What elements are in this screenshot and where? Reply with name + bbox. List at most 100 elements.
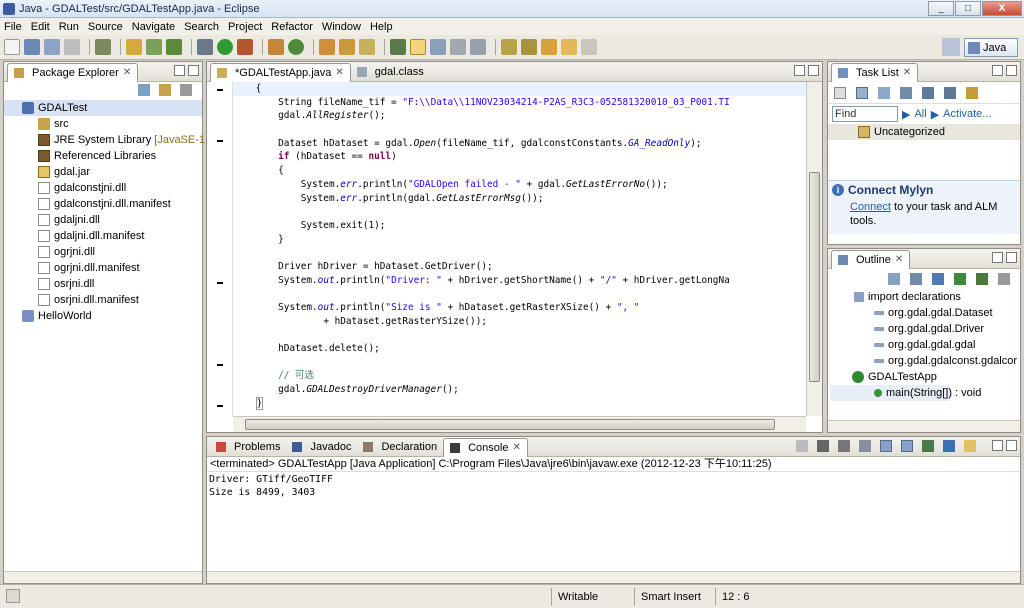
outline-item-imports[interactable]: import declarations: [828, 289, 1020, 305]
show-when-output-icon[interactable]: [901, 440, 913, 452]
display-console-icon[interactable]: [943, 440, 955, 452]
tree-item-gdal-jar[interactable]: gdal.jar: [4, 164, 202, 180]
minimize-view-icon[interactable]: [992, 440, 1003, 451]
editor-vertical-scrollbar[interactable]: [806, 82, 822, 416]
open-task-icon[interactable]: [288, 39, 304, 55]
open-type-icon[interactable]: [268, 39, 284, 55]
minimize-view-icon[interactable]: [992, 252, 1003, 263]
minimize-view-icon[interactable]: [794, 65, 805, 76]
close-icon[interactable]: ✕: [123, 67, 131, 78]
run-icon[interactable]: [217, 39, 233, 55]
external-tools-icon[interactable]: [237, 39, 253, 55]
horizontal-scrollbar[interactable]: [4, 571, 202, 583]
maximize-view-icon[interactable]: [1006, 440, 1017, 451]
maximize-view-icon[interactable]: [1006, 252, 1017, 263]
minimize-view-icon[interactable]: [992, 65, 1003, 76]
view-menu-icon[interactable]: [180, 84, 192, 96]
scroll-thumb[interactable]: [245, 419, 775, 430]
menu-file[interactable]: File: [4, 21, 22, 33]
console-output[interactable]: Driver: GTiff/GeoTIFF Size is 8499, 3403: [209, 474, 333, 500]
tree-item-file[interactable]: osrjni.dll.manifest: [4, 292, 202, 308]
show-source-icon[interactable]: [470, 39, 486, 55]
java-perspective-button[interactable]: Java: [964, 38, 1018, 57]
close-icon[interactable]: ✕: [895, 254, 903, 265]
tree-item-file[interactable]: gdaljni.dll: [4, 212, 202, 228]
tree-item-jre[interactable]: JRE System Library [JavaSE-1.6]: [4, 132, 217, 148]
horizontal-scrollbar[interactable]: [828, 420, 1020, 432]
outline-item-class[interactable]: GDALTestApp: [828, 369, 1020, 385]
forward-icon[interactable]: [561, 39, 577, 55]
save-all-icon[interactable]: [44, 39, 60, 55]
category-uncategorized[interactable]: Uncategorized: [828, 124, 1020, 140]
tree-item-file[interactable]: osrjni.dll: [4, 276, 202, 292]
outline-item-import[interactable]: org.gdal.gdal.Driver: [828, 321, 1020, 337]
open-folder-icon[interactable]: [319, 39, 335, 55]
synchronize-icon[interactable]: [944, 86, 956, 99]
outline-item-import[interactable]: org.gdal.gdalconst.gdalcor: [828, 353, 1020, 369]
editor-horizontal-scrollbar[interactable]: [233, 416, 806, 432]
clear-console-icon[interactable]: [859, 440, 871, 452]
scroll-thumb[interactable]: [809, 172, 820, 382]
connect-link[interactable]: Connect: [850, 201, 891, 213]
horizontal-scrollbar[interactable]: [207, 571, 1020, 583]
hide-static-icon[interactable]: [932, 273, 944, 285]
close-icon[interactable]: ✕: [335, 67, 343, 78]
tab-console[interactable]: Console ✕: [443, 437, 528, 457]
block-selection-icon[interactable]: [450, 39, 466, 55]
tree-item-helloworld[interactable]: HelloWorld: [4, 308, 202, 324]
new-package-icon[interactable]: [146, 39, 162, 55]
sort-icon[interactable]: [888, 273, 900, 285]
fast-view-icon[interactable]: [6, 589, 20, 603]
menu-run[interactable]: Run: [59, 21, 79, 33]
maximize-view-icon[interactable]: [808, 65, 819, 76]
remove-all-icon[interactable]: [838, 440, 850, 452]
skip-breakpoints-icon[interactable]: [95, 39, 111, 55]
categorized-icon[interactable]: [856, 86, 868, 99]
collapse-all-icon[interactable]: [138, 84, 150, 96]
next-annotation-icon[interactable]: [501, 39, 517, 55]
open-perspective-icon[interactable]: [942, 38, 960, 56]
new-icon[interactable]: [4, 39, 20, 55]
tree-item-file[interactable]: gdalconstjni.dll.manifest: [4, 196, 202, 212]
tree-item-file[interactable]: gdaljni.dll.manifest: [4, 228, 202, 244]
show-whitespace-icon[interactable]: [430, 39, 446, 55]
new-java-project-icon[interactable]: [126, 39, 142, 55]
highlight-icon[interactable]: [410, 39, 426, 55]
menu-help[interactable]: Help: [370, 21, 393, 33]
hide-non-public-icon[interactable]: [954, 273, 966, 285]
minimize-view-icon[interactable]: [174, 65, 185, 76]
close-icon[interactable]: ✕: [903, 67, 911, 78]
pin-console-icon[interactable]: [922, 440, 934, 452]
tab-declaration[interactable]: Declaration: [357, 437, 443, 457]
maximize-button[interactable]: □: [955, 1, 981, 16]
tree-item-file[interactable]: ogrjni.dll: [4, 244, 202, 260]
toggle-mark-icon[interactable]: [390, 39, 406, 55]
tab-javadoc[interactable]: Javadoc: [286, 437, 357, 457]
tab-package-explorer[interactable]: Package Explorer ✕: [7, 62, 139, 82]
maximize-view-icon[interactable]: [188, 65, 199, 76]
link-with-editor-icon[interactable]: [159, 84, 171, 96]
all-link[interactable]: All: [914, 108, 926, 120]
tab-gdal-class[interactable]: gdal.class: [351, 62, 430, 82]
hide-fields-icon[interactable]: [910, 273, 922, 285]
tab-gdaltestapp-java[interactable]: *GDALTestApp.java ✕: [210, 62, 351, 82]
back-icon[interactable]: [541, 39, 557, 55]
menu-window[interactable]: Window: [322, 21, 361, 33]
outline-item-method[interactable]: main(String[]) : void: [830, 385, 981, 401]
activate-link[interactable]: Activate...: [943, 108, 991, 120]
menu-refactor[interactable]: Refactor: [271, 21, 313, 33]
tab-outline[interactable]: Outline ✕: [831, 249, 911, 269]
new-class-icon[interactable]: [166, 39, 182, 55]
close-icon[interactable]: ✕: [512, 442, 520, 453]
tree-item-src[interactable]: src: [4, 116, 202, 132]
focus-icon[interactable]: [900, 86, 912, 99]
menu-source[interactable]: Source: [88, 21, 123, 33]
menu-edit[interactable]: Edit: [31, 21, 50, 33]
scroll-lock-icon[interactable]: [880, 440, 892, 452]
collapse-all-icon[interactable]: [922, 86, 934, 99]
outline-item-import[interactable]: org.gdal.gdal.Dataset: [828, 305, 1020, 321]
remove-launch-icon[interactable]: [817, 440, 829, 452]
menu-search[interactable]: Search: [184, 21, 219, 33]
print-icon[interactable]: [64, 39, 80, 55]
menu-project[interactable]: Project: [228, 21, 262, 33]
